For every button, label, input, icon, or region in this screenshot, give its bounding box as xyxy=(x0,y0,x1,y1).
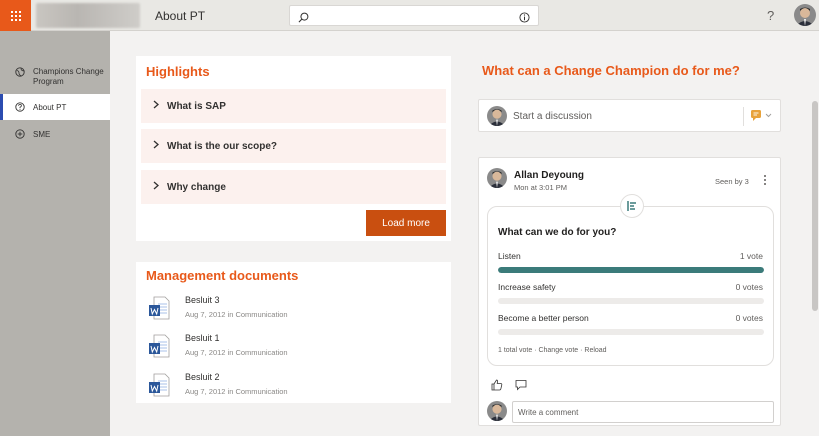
poll-footer[interactable]: 1 total vote · Change vote · Reload xyxy=(498,347,607,354)
poll-option-votes: 0 votes xyxy=(735,282,763,292)
document-row[interactable]: Besluit 2 Aug 7, 2012 in Communication xyxy=(136,366,451,404)
nav-item-champions-change-program[interactable]: Champions Change Program xyxy=(0,31,110,94)
poll-question: What can we do for you? xyxy=(498,227,617,238)
nav-item-label: Champions Change Program xyxy=(33,67,104,86)
poll-option-listen[interactable]: Listen xyxy=(498,251,521,261)
post-actions xyxy=(491,378,527,396)
start-discussion-box[interactable]: Start a discussion xyxy=(478,99,781,132)
poll-option-bar[interactable] xyxy=(498,267,764,273)
nav-item-label: About PT xyxy=(33,102,67,112)
nav-item-about-pt[interactable]: About PT xyxy=(0,94,110,120)
nav-item-sme[interactable]: SME xyxy=(0,121,110,147)
search-box[interactable] xyxy=(289,5,539,26)
post-timestamp: Mon at 3:01 PM xyxy=(514,183,567,192)
divider xyxy=(743,107,744,126)
poll-option-votes: 1 vote xyxy=(739,251,763,261)
start-discussion-input[interactable]: Start a discussion xyxy=(513,111,592,122)
like-icon[interactable] xyxy=(491,378,503,396)
poll-option-bar[interactable] xyxy=(498,329,764,335)
discussion-type-dropdown[interactable] xyxy=(750,109,774,128)
highlights-title: Highlights xyxy=(146,64,210,79)
poll-card: What can we do for you? Listen 1 vote In… xyxy=(487,194,774,366)
question-circle-icon xyxy=(15,102,25,112)
load-more-button[interactable]: Load more xyxy=(366,210,446,236)
app-launcher-button[interactable] xyxy=(0,0,31,31)
nav-item-label: SME xyxy=(33,129,51,139)
word-document-icon xyxy=(148,373,170,402)
site-title[interactable]: About PT xyxy=(155,9,205,23)
comment-input[interactable] xyxy=(512,401,774,423)
poll-option-become-better-person[interactable]: Become a better person xyxy=(498,313,589,323)
comment-icon[interactable] xyxy=(515,378,527,396)
highlight-item-label: What is the our scope? xyxy=(167,140,278,152)
document-name[interactable]: Besluit 1 xyxy=(185,333,220,343)
poll-option-fill xyxy=(498,267,764,273)
post-author-name[interactable]: Allan Deyoung xyxy=(514,170,584,181)
document-meta: Aug 7, 2012 in Communication xyxy=(185,310,288,319)
user-avatar xyxy=(487,106,507,126)
left-navigation: Champions Change Program About PT SME xyxy=(0,31,110,436)
poll-icon xyxy=(620,194,644,218)
chevron-right-icon xyxy=(153,100,159,112)
document-row[interactable]: Besluit 1 Aug 7, 2012 in Communication xyxy=(136,327,451,365)
poll-option-bar[interactable] xyxy=(498,298,764,304)
highlight-item-why-change[interactable]: Why change xyxy=(141,170,446,204)
page-scrollbar[interactable] xyxy=(811,31,819,436)
plus-circle-icon xyxy=(15,129,25,139)
highlight-item-label: Why change xyxy=(167,181,226,193)
highlight-item-our-scope[interactable]: What is the our scope? xyxy=(141,129,446,163)
discussion-post: Allan Deyoung Mon at 3:01 PM Seen by 3 W… xyxy=(478,157,781,426)
poll-option-votes: 0 votes xyxy=(735,313,763,323)
word-document-icon xyxy=(148,334,170,363)
seen-by-count[interactable]: Seen by 3 xyxy=(715,177,749,186)
management-documents-card: Management documents Besluit 3 Aug 7, 20… xyxy=(136,262,451,403)
document-meta: Aug 7, 2012 in Communication xyxy=(185,387,288,396)
author-avatar[interactable] xyxy=(487,168,507,188)
document-name[interactable]: Besluit 2 xyxy=(185,372,220,382)
globe-icon xyxy=(15,67,25,77)
suite-header: About PT ? xyxy=(0,0,819,31)
info-icon[interactable] xyxy=(519,10,530,28)
site-logo[interactable] xyxy=(36,3,140,28)
waffle-icon xyxy=(10,10,21,21)
word-document-icon xyxy=(148,296,170,325)
search-icon xyxy=(298,10,309,28)
search-input[interactable] xyxy=(314,8,514,23)
document-name[interactable]: Besluit 3 xyxy=(185,295,220,305)
chevron-right-icon xyxy=(153,140,159,152)
user-avatar[interactable] xyxy=(794,4,816,26)
more-options-icon[interactable] xyxy=(762,174,768,186)
help-icon[interactable]: ? xyxy=(767,8,774,23)
highlight-item-label: What is SAP xyxy=(167,100,226,112)
scrollbar-thumb[interactable] xyxy=(812,101,818,311)
chevron-right-icon xyxy=(153,181,159,193)
document-meta: Aug 7, 2012 in Communication xyxy=(185,348,288,357)
user-avatar xyxy=(487,401,507,421)
management-documents-title: Management documents xyxy=(146,268,299,283)
highlight-item-what-is-sap[interactable]: What is SAP xyxy=(141,89,446,123)
document-row[interactable]: Besluit 3 Aug 7, 2012 in Communication xyxy=(136,289,451,327)
change-champion-title: What can a Change Champion do for me? xyxy=(482,63,740,78)
poll-option-increase-safety[interactable]: Increase safety xyxy=(498,282,556,292)
